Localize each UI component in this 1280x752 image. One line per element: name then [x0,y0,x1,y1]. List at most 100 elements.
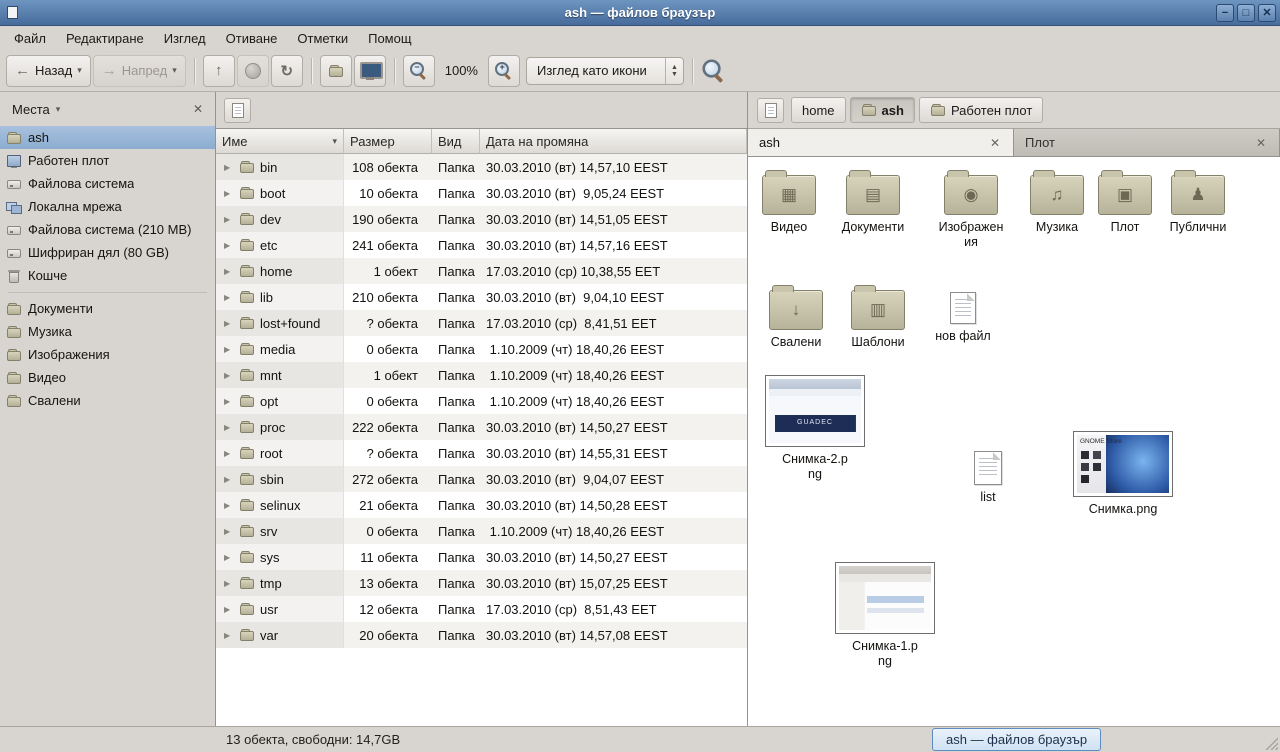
folder-item-public[interactable]: ♟Публични [1158,169,1238,235]
expander-icon[interactable]: ▶ [224,345,234,354]
file-item-list[interactable]: list [953,443,1023,505]
path-button-home[interactable]: home [791,97,846,123]
tab-plot[interactable]: Плот✕ [1014,129,1280,156]
resize-grip[interactable] [1264,736,1278,750]
forward-button[interactable]: → Напред ▾ [93,55,186,87]
close-window-button[interactable]: ✕ [1258,4,1276,22]
menu-item-help[interactable]: Помощ [358,29,421,48]
table-row[interactable]: ▶usr12 обектаПапка17.03.2010 (ср) 8,51,4… [216,596,747,622]
sidebar-item-network[interactable]: Локална мрежа [0,195,215,218]
menu-item-file[interactable]: Файл [4,29,56,48]
image-item-snimka1[interactable]: Снимка-1.png [830,562,940,669]
table-row[interactable]: ▶dev190 обектаПапка30.03.2010 (вт) 14,51… [216,206,747,232]
sidebar-item-ash[interactable]: ash [0,126,215,149]
sidebar-item-filesystem[interactable]: Файлова система [0,172,215,195]
computer-button[interactable] [354,55,386,87]
image-item-snimka2[interactable]: GUADECСнимка-2.png [760,375,870,482]
folder-item-documents[interactable]: ▤Документи [833,169,913,235]
folder-item-video[interactable]: ▦Видео [749,169,829,235]
table-row[interactable]: ▶sbin272 обектаПапка30.03.2010 (вт) 9,04… [216,466,747,492]
folder-item-templates[interactable]: ▥Шаблони [838,284,918,350]
sidebar-item-pictures[interactable]: Изображения [0,343,215,366]
table-row[interactable]: ▶var20 обектаПапка30.03.2010 (вт) 14,57,… [216,622,747,648]
search-button[interactable] [701,58,726,83]
folder-item-downloads[interactable]: ↓Свалени [756,284,836,350]
reload-button[interactable]: ↻ [271,55,303,87]
table-row[interactable]: ▶srv0 обектаПапка 1.10.2009 (чт) 18,40,2… [216,518,747,544]
back-button[interactable]: ← Назад ▾ [6,55,91,87]
sidebar-item-music[interactable]: Музика [0,320,215,343]
table-row[interactable]: ▶lib210 обектаПапка30.03.2010 (вт) 9,04,… [216,284,747,310]
expander-icon[interactable]: ▶ [224,293,234,302]
menu-item-view[interactable]: Изглед [154,29,216,48]
expander-icon[interactable]: ▶ [224,215,234,224]
column-header-date[interactable]: Дата на промяна [480,129,747,154]
folder-item-desktop[interactable]: ▣Плот [1085,169,1165,235]
sidebar-item-encrypted[interactable]: Шифриран дял (80 GB) [0,241,215,264]
close-tab-icon[interactable]: ✕ [1254,136,1268,150]
expander-icon[interactable]: ▶ [224,241,234,250]
table-row[interactable]: ▶mnt1 обектПапка 1.10.2009 (чт) 18,40,26… [216,362,747,388]
sidebar-item-documents[interactable]: Документи [0,297,215,320]
path-button-desktop[interactable]: Работен плот [919,97,1043,123]
path-button-ash[interactable]: ash [850,97,915,123]
table-row[interactable]: ▶opt0 обектаПапка 1.10.2009 (чт) 18,40,2… [216,388,747,414]
location-toggle-button-2[interactable] [757,98,784,123]
places-selector[interactable]: Места ▾ [8,98,64,121]
sidebar-item-fs210[interactable]: Файлова система (210 MB) [0,218,215,241]
expander-icon[interactable]: ▶ [224,371,234,380]
minimize-button[interactable]: − [1216,4,1234,22]
expander-icon[interactable]: ▶ [224,163,234,172]
image-item-snimka[interactable]: GNOME StoreСнимка.png [1073,431,1173,517]
home-button[interactable] [320,55,352,87]
table-row[interactable]: ▶bin108 обектаПапка30.03.2010 (вт) 14,57… [216,154,747,180]
column-header-name[interactable]: Име▾ [216,129,344,154]
expander-icon[interactable]: ▶ [224,423,234,432]
table-row[interactable]: ▶media0 обектаПапка 1.10.2009 (чт) 18,40… [216,336,747,362]
table-row[interactable]: ▶home1 обектПапка17.03.2010 (ср) 10,38,5… [216,258,747,284]
expander-icon[interactable]: ▶ [224,631,234,640]
maximize-button[interactable]: □ [1237,4,1255,22]
expander-icon[interactable]: ▶ [224,579,234,588]
zoom-out-button[interactable] [403,55,435,87]
table-row[interactable]: ▶proc222 обектаПапка30.03.2010 (вт) 14,5… [216,414,747,440]
expander-icon[interactable]: ▶ [224,501,234,510]
expander-icon[interactable]: ▶ [224,267,234,276]
taskbar-window-button[interactable]: ash — файлов браузър [932,728,1101,751]
expander-icon[interactable]: ▶ [224,189,234,198]
expander-icon[interactable]: ▶ [224,397,234,406]
menu-item-edit[interactable]: Редактиране [56,29,154,48]
expander-icon[interactable]: ▶ [224,475,234,484]
view-mode-spinner-icon[interactable]: ▲ ▼ [665,58,683,84]
close-sidebar-button[interactable]: ✕ [189,100,207,118]
table-row[interactable]: ▶selinux21 обектаПапка30.03.2010 (вт) 14… [216,492,747,518]
back-history-dropdown-icon[interactable]: ▾ [77,65,82,76]
table-row[interactable]: ▶tmp13 обектаПапка30.03.2010 (вт) 15,07,… [216,570,747,596]
close-tab-icon[interactable]: ✕ [988,136,1002,150]
table-row[interactable]: ▶root? обектаПапка30.03.2010 (вт) 14,55,… [216,440,747,466]
expander-icon[interactable]: ▶ [224,605,234,614]
folder-item-images[interactable]: ◉Изображения [931,169,1011,250]
expander-icon[interactable]: ▶ [224,449,234,458]
sidebar-item-trash[interactable]: Кошче [0,264,215,287]
table-row[interactable]: ▶lost+found? обектаПапка17.03.2010 (ср) … [216,310,747,336]
zoom-in-button[interactable] [488,55,520,87]
table-row[interactable]: ▶etc241 обектаПапка30.03.2010 (вт) 14,57… [216,232,747,258]
table-row[interactable]: ▶boot10 обектаПапка30.03.2010 (вт) 9,05,… [216,180,747,206]
stop-button[interactable] [237,55,269,87]
expander-icon[interactable]: ▶ [224,527,234,536]
table-row[interactable]: ▶sys11 обектаПапка30.03.2010 (вт) 14,50,… [216,544,747,570]
sidebar-item-videos[interactable]: Видео [0,366,215,389]
expander-icon[interactable]: ▶ [224,553,234,562]
sidebar-item-downloads[interactable]: Свалени [0,389,215,412]
expander-icon[interactable]: ▶ [224,319,234,328]
sidebar-item-desktop[interactable]: Работен плот [0,149,215,172]
column-header-size[interactable]: Размер [344,129,432,154]
up-button[interactable]: ↑ [203,55,235,87]
menu-item-go[interactable]: Отиване [216,29,288,48]
column-header-type[interactable]: Вид [432,129,480,154]
view-mode-select[interactable]: Изглед като икони ▲ ▼ [526,57,684,85]
file-item-newfile[interactable]: нов файл [923,284,1003,344]
titlebar[interactable]: ash — файлов браузър − □ ✕ [0,0,1280,26]
tab-ash[interactable]: ash✕ [748,129,1014,156]
